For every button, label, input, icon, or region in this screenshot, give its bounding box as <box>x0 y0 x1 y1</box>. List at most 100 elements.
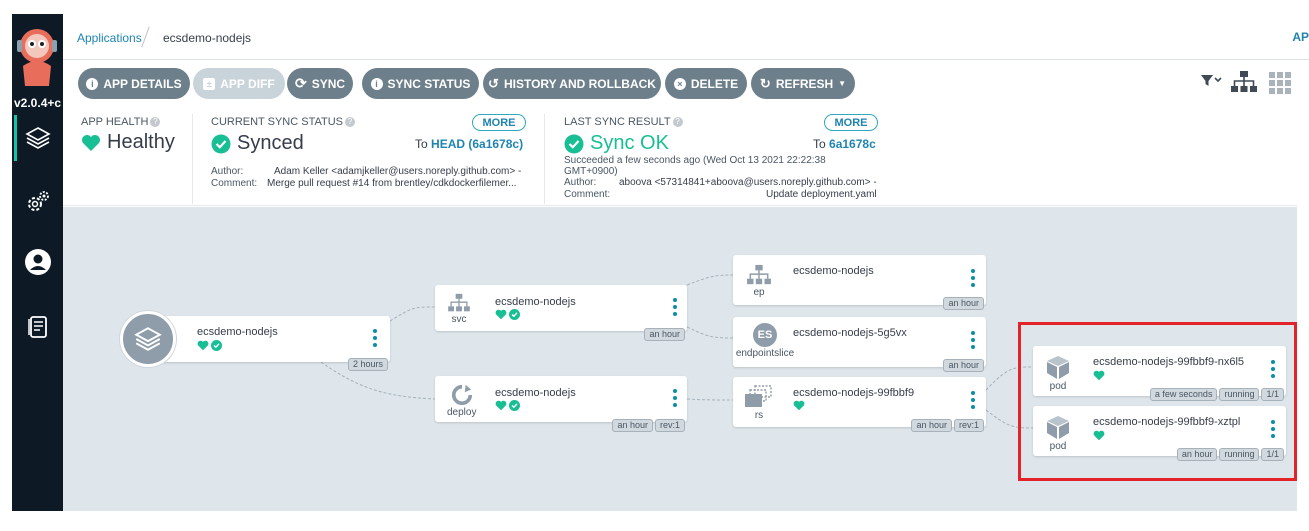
file-diff-icon: ± <box>203 77 216 90</box>
endpoints-icon <box>747 264 771 285</box>
history-icon: ↺ <box>488 75 499 91</box>
app-health-value: Healthy <box>107 131 175 153</box>
breadcrumb-separator <box>141 26 150 48</box>
app-node-menu-icon[interactable] <box>373 329 377 347</box>
last-sync-revision-link[interactable]: 6a1678c <box>829 137 876 151</box>
current-sync-author-label: Author: <box>211 166 244 177</box>
sidebar: v2.0.4+c <box>12 14 63 511</box>
deploy-node-tags: an hour rev:1 <box>612 419 685 432</box>
ep-node-menu-icon[interactable] <box>971 269 975 287</box>
breadcrumb-applications[interactable]: Applications <box>77 31 142 45</box>
replicaset-icon <box>745 385 772 407</box>
age-tag: an hour <box>612 419 653 432</box>
rs-node-name: ecsdemo-nodejs-99fbbf9 <box>793 387 915 399</box>
revision-tag: rev:1 <box>654 419 685 432</box>
app-node[interactable]: ecsdemo-nodejs 2 hours <box>148 316 390 371</box>
edge-svc-es <box>686 326 734 339</box>
app-details-label: APP DETAILS <box>103 76 182 91</box>
endpointslice-node-name: ecsdemo-nodejs-5g5vx <box>793 327 907 339</box>
ep-node-name: ecsdemo-nodejs <box>793 265 874 277</box>
current-sync-author: Adam Keller <adamjkeller@users.noreply.g… <box>274 166 522 177</box>
deploy-kind: deploy <box>447 384 476 418</box>
last-sync-author: aboova <57314841+aboova@users.noreply.gi… <box>619 177 877 188</box>
breadcrumb-current-app: ecsdemo-nodejs <box>163 31 252 45</box>
svc-node-tags: an hour <box>644 328 685 341</box>
history-label: HISTORY AND ROLLBACK <box>503 76 656 91</box>
svc-node-menu-icon[interactable] <box>673 298 677 316</box>
current-sync-title: CURRENT SYNC STATUS? <box>211 116 356 128</box>
check-circle-icon <box>509 309 520 320</box>
to-prefix: To <box>813 137 826 151</box>
check-circle-icon <box>564 134 584 153</box>
endpointslice-node-tags: an hour <box>943 359 984 372</box>
svc-node[interactable]: svc ecsdemo-nodejs an hour <box>435 285 687 341</box>
refresh-button[interactable]: ↻ REFRESH ▼ <box>751 68 855 99</box>
rs-node[interactable]: rs ecsdemo-nodejs-99fbbf9 an hour rev:1 <box>733 377 986 432</box>
app-health-title: APP HEALTH? <box>81 116 161 128</box>
svc-node-status <box>495 309 520 320</box>
app-node-icon[interactable] <box>120 311 176 367</box>
left-gutter <box>0 0 12 531</box>
last-sync-comment-label: Comment: <box>564 189 611 200</box>
top-right-label[interactable]: AP <box>1292 30 1309 44</box>
grid-view-icon[interactable] <box>1269 72 1291 99</box>
history-rollback-button[interactable]: ↺ HISTORY AND ROLLBACK <box>483 68 661 99</box>
status-panel: APP HEALTH? Healthy CURRENT SYNC STATUS?… <box>63 106 1297 206</box>
age-tag: an hour <box>644 328 685 341</box>
es-badge-icon: ES <box>753 323 777 347</box>
delete-label: DELETE <box>690 76 739 91</box>
info-icon: i <box>370 77 383 90</box>
layers-icon <box>134 327 162 351</box>
filter-icon[interactable] <box>1200 72 1222 93</box>
deploy-kind-label: deploy <box>447 407 477 418</box>
close-circle-icon: × <box>673 77 686 90</box>
action-toolbar: i APP DETAILS ± APP DIFF ⟳ SYNC i SYNC S… <box>63 60 1309 106</box>
help-icon[interactable]: ? <box>345 117 356 128</box>
delete-button[interactable]: × DELETE <box>665 68 747 99</box>
refresh-icon: ↻ <box>759 75 771 91</box>
tree-view-icon[interactable] <box>1230 70 1258 99</box>
sync-status-button[interactable]: i SYNC STATUS <box>362 68 479 99</box>
refresh-label: REFRESH <box>775 76 834 91</box>
current-sync-status: Synced <box>211 132 304 155</box>
nav-settings[interactable] <box>12 179 63 225</box>
nav-applications[interactable] <box>12 115 63 161</box>
current-sync-comment-label: Comment: <box>211 178 258 189</box>
current-sync-comment: Merge pull request #14 from brentley/cdk… <box>267 178 517 189</box>
deploy-node[interactable]: deploy ecsdemo-nodejs an hour rev:1 <box>435 376 687 432</box>
info-icon: i <box>86 77 99 90</box>
current-sync-revision-link[interactable]: HEAD (6a1678c) <box>431 137 523 151</box>
help-icon[interactable]: ? <box>150 117 161 128</box>
svc-kind: svc <box>445 293 473 325</box>
endpointslice-node[interactable]: ES endpointslice ecsdemo-nodejs-5g5vx an… <box>733 317 986 372</box>
endpointslice-node-menu-icon[interactable] <box>971 331 975 349</box>
rs-node-menu-icon[interactable] <box>971 391 975 409</box>
deployment-icon <box>451 384 472 406</box>
app-diff-button[interactable]: ± APP DIFF <box>193 68 285 99</box>
service-icon <box>448 293 470 312</box>
last-sync-value: Sync OK <box>590 132 669 154</box>
argocd-app-view: v2.0.4+c Applications ecsdemo-nodejs AP … <box>0 0 1309 531</box>
layers-icon <box>24 127 51 149</box>
app-details-button[interactable]: i APP DETAILS <box>78 68 190 99</box>
edge-svc-ep <box>686 274 734 286</box>
sync-label: SYNC <box>311 76 346 91</box>
deploy-node-name: ecsdemo-nodejs <box>495 387 576 399</box>
nav-user-info[interactable] <box>12 239 63 285</box>
current-sync-more-button[interactable]: MORE <box>472 114 526 131</box>
rs-node-tags: an hour rev:1 <box>911 419 984 432</box>
help-icon[interactable]: ? <box>672 117 683 128</box>
check-circle-icon <box>211 340 222 351</box>
last-sync-more-button[interactable]: MORE <box>824 114 878 131</box>
version-label: v2.0.4+c <box>14 96 62 110</box>
app-node-name: ecsdemo-nodejs <box>197 326 278 338</box>
sync-button[interactable]: ⟳ SYNC <box>287 68 353 99</box>
heart-icon <box>495 309 507 320</box>
ep-node[interactable]: ep ecsdemo-nodejs an hour <box>733 255 986 310</box>
deploy-node-menu-icon[interactable] <box>673 389 677 407</box>
nav-documentation[interactable] <box>12 304 63 350</box>
ep-kind: ep <box>745 264 773 298</box>
age-tag: an hour <box>943 359 984 372</box>
age-tag: an hour <box>943 297 984 310</box>
argo-logo-icon[interactable] <box>15 26 59 88</box>
